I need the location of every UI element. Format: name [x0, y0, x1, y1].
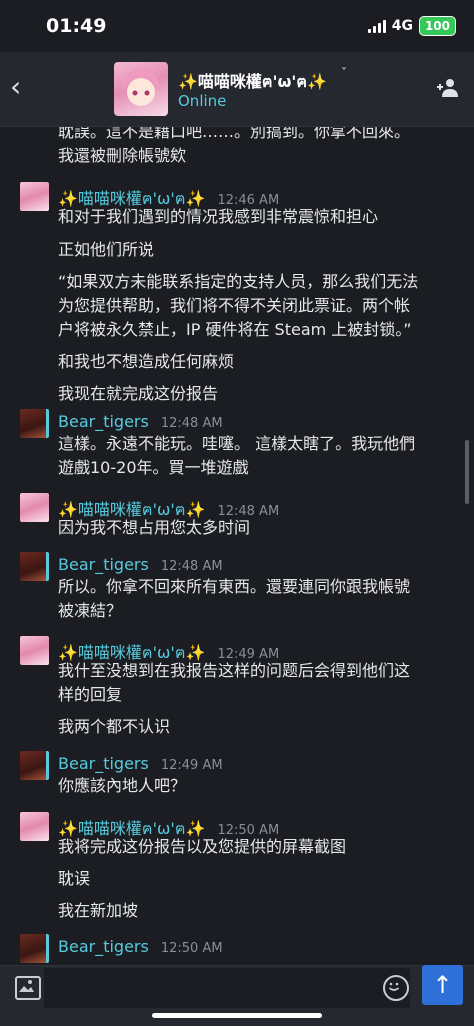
message-timestamp: 12:48 AM — [160, 559, 223, 574]
sender-name[interactable]: Bear_tigers 12:49 AM — [58, 754, 223, 773]
message-text: 耽误 — [58, 869, 91, 888]
signal-icon — [367, 19, 386, 33]
sender-avatar[interactable] — [20, 934, 49, 963]
message-text: 耽誤。這不是藉口吧……。別搞到。你拿不回來。 — [58, 127, 411, 141]
home-indicator — [152, 1013, 322, 1018]
chevron-down-icon[interactable]: ˇ — [341, 66, 347, 80]
sender-name-text: Bear_tigers — [58, 555, 149, 574]
message-text: 所以。你拿不回來所有東西。還要連同你跟我帳號 — [58, 577, 411, 596]
message-text: 和我也不想造成任何麻烦 — [58, 352, 235, 371]
sender-name-text: Bear_tigers — [58, 937, 149, 956]
message-timestamp: 12:49 AM — [160, 758, 223, 773]
sender-name[interactable]: Bear_tigers 12:48 AM — [58, 412, 223, 431]
anime-avatar-icon — [122, 68, 160, 106]
message-text: 你應該內地人吧？ — [58, 776, 187, 795]
message-input[interactable] — [44, 968, 410, 1008]
message-text: 正如他们所说 — [58, 240, 155, 259]
message-text: 遊戲10-20年。買一堆遊戲 — [58, 458, 249, 477]
message-text: 为您提供帮助，我们将不得不关闭此票证。两个帐 — [58, 296, 411, 315]
chat-header: ‹ ✨喵喵咪權ฅ'ω'ฅ✨ ˇ Online — [0, 52, 474, 127]
sender-name-text: Bear_tigers — [58, 412, 149, 431]
sender-name[interactable]: Bear_tigers 12:48 AM — [58, 555, 223, 574]
add-friend-icon[interactable] — [436, 76, 460, 100]
sender-avatar[interactable] — [20, 409, 49, 438]
message-text: 因为我不想占用您太多时间 — [58, 518, 251, 537]
sender-avatar[interactable] — [20, 751, 49, 780]
message-timestamp: 12:50 AM — [160, 941, 223, 956]
message-text: 我将完成这份报告以及您提供的屏幕截图 — [58, 837, 347, 856]
message-text: 和对于我们遇到的情况我感到非常震惊和担心 — [58, 207, 379, 226]
sender-avatar[interactable] — [20, 182, 49, 211]
sender-name[interactable]: Bear_tigers 12:50 AM — [58, 937, 223, 956]
arrow-up-icon: ↑ — [432, 971, 453, 999]
message-text: 這樣。永遠不能玩。哇噻。 這樣太瞎了。我玩他們 — [58, 434, 416, 453]
message-text: “如果双方未能联系指定的支持人员，那么我们无法 — [58, 272, 419, 291]
message-text: 我還被刪除帳號欸 — [58, 146, 187, 165]
sender-avatar[interactable] — [20, 812, 49, 841]
friend-name[interactable]: ✨喵喵咪權ฅ'ω'ฅ✨ — [178, 68, 327, 95]
image-attach-icon[interactable] — [15, 976, 41, 1000]
emoji-icon[interactable] — [383, 975, 409, 1001]
message-text: 我什至没想到在我报告这样的问题后会得到他们这 — [58, 661, 411, 680]
message-text: 我在新加坡 — [58, 901, 139, 920]
friend-avatar[interactable] — [114, 62, 168, 116]
scrollbar-thumb[interactable] — [465, 440, 469, 504]
message-text: 户将被永久禁止，IP 硬件将在 Steam 上被封锁。” — [58, 320, 412, 339]
sender-avatar[interactable] — [20, 636, 49, 665]
send-button[interactable]: ↑ — [422, 965, 463, 1005]
friend-presence: Online — [178, 92, 227, 110]
message-text: 我两个都不认识 — [58, 717, 171, 736]
sender-avatar[interactable] — [20, 493, 49, 522]
message-list[interactable]: 耽誤。這不是藉口吧……。別搞到。你拿不回來。 我還被刪除帳號欸 ✨喵喵咪權ฅ'ω… — [0, 127, 474, 965]
status-time: 01:49 — [46, 15, 107, 37]
sender-name-text: Bear_tigers — [58, 754, 149, 773]
network-type: 4G — [391, 18, 413, 34]
message-text: 被凍結？ — [58, 601, 123, 620]
message-text: 我现在就完成这份报告 — [58, 384, 219, 403]
message-timestamp: 12:48 AM — [160, 416, 223, 431]
sender-avatar[interactable] — [20, 552, 49, 581]
battery-icon: 100 — [418, 16, 456, 36]
back-chevron-icon[interactable]: ‹ — [10, 70, 21, 103]
status-icons: 4G 100 — [367, 16, 456, 36]
status-bar: 01:49 4G 100 — [0, 0, 474, 52]
message-text: 样的回复 — [58, 685, 123, 704]
